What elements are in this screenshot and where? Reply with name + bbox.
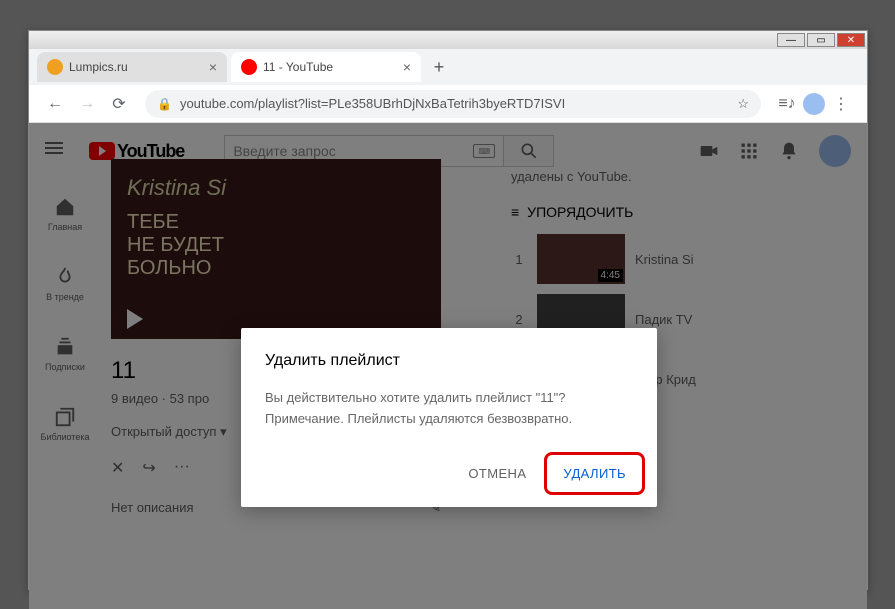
- tab-close-icon[interactable]: ×: [403, 59, 411, 75]
- favicon: [47, 59, 63, 75]
- toolbar: ← → ⟳ 🔒 youtube.com/playlist?list=PLe358…: [29, 85, 867, 123]
- page-content: YouTube Введите запрос ⌨: [29, 123, 867, 609]
- tab-lumpics[interactable]: Lumpics.ru ×: [37, 52, 227, 82]
- cancel-button[interactable]: ОТМЕНА: [454, 452, 540, 495]
- url-text: youtube.com/playlist?list=PLe358UBrhDjNx…: [180, 96, 565, 111]
- dialog-body: Вы действительно хотите удалить плейлист…: [265, 388, 633, 430]
- tutorial-highlight: УДАЛИТЬ: [544, 452, 645, 495]
- delete-playlist-dialog: Удалить плейлист Вы действительно хотите…: [241, 328, 657, 507]
- window-titlebar: — ▭ ✕: [29, 31, 867, 49]
- browser-menu-button[interactable]: ⋮: [829, 92, 853, 116]
- new-tab-button[interactable]: +: [425, 53, 453, 81]
- confirm-delete-button[interactable]: УДАЛИТЬ: [549, 457, 640, 490]
- back-button[interactable]: ←: [43, 92, 67, 116]
- tab-title: 11 - YouTube: [263, 60, 333, 74]
- browser-window: — ▭ ✕ Lumpics.ru × 11 - YouTube × + ← → …: [28, 30, 868, 590]
- window-minimize-button[interactable]: —: [777, 33, 805, 47]
- profile-avatar-button[interactable]: [803, 93, 825, 115]
- window-maximize-button[interactable]: ▭: [807, 33, 835, 47]
- address-bar[interactable]: 🔒 youtube.com/playlist?list=PLe358UBrhDj…: [145, 90, 761, 118]
- tab-close-icon[interactable]: ×: [209, 59, 217, 75]
- favicon: [241, 59, 257, 75]
- bookmark-star-icon[interactable]: ☆: [737, 96, 749, 112]
- tab-strip: Lumpics.ru × 11 - YouTube × +: [29, 49, 867, 85]
- window-close-button[interactable]: ✕: [837, 33, 865, 47]
- tab-youtube[interactable]: 11 - YouTube ×: [231, 52, 421, 82]
- lock-icon: 🔒: [157, 97, 172, 111]
- reload-button[interactable]: ⟳: [107, 92, 131, 116]
- tab-title: Lumpics.ru: [69, 60, 128, 74]
- dialog-title: Удалить плейлист: [265, 352, 633, 370]
- forward-button[interactable]: →: [75, 92, 99, 116]
- media-control-icon[interactable]: ≡♪: [775, 92, 799, 116]
